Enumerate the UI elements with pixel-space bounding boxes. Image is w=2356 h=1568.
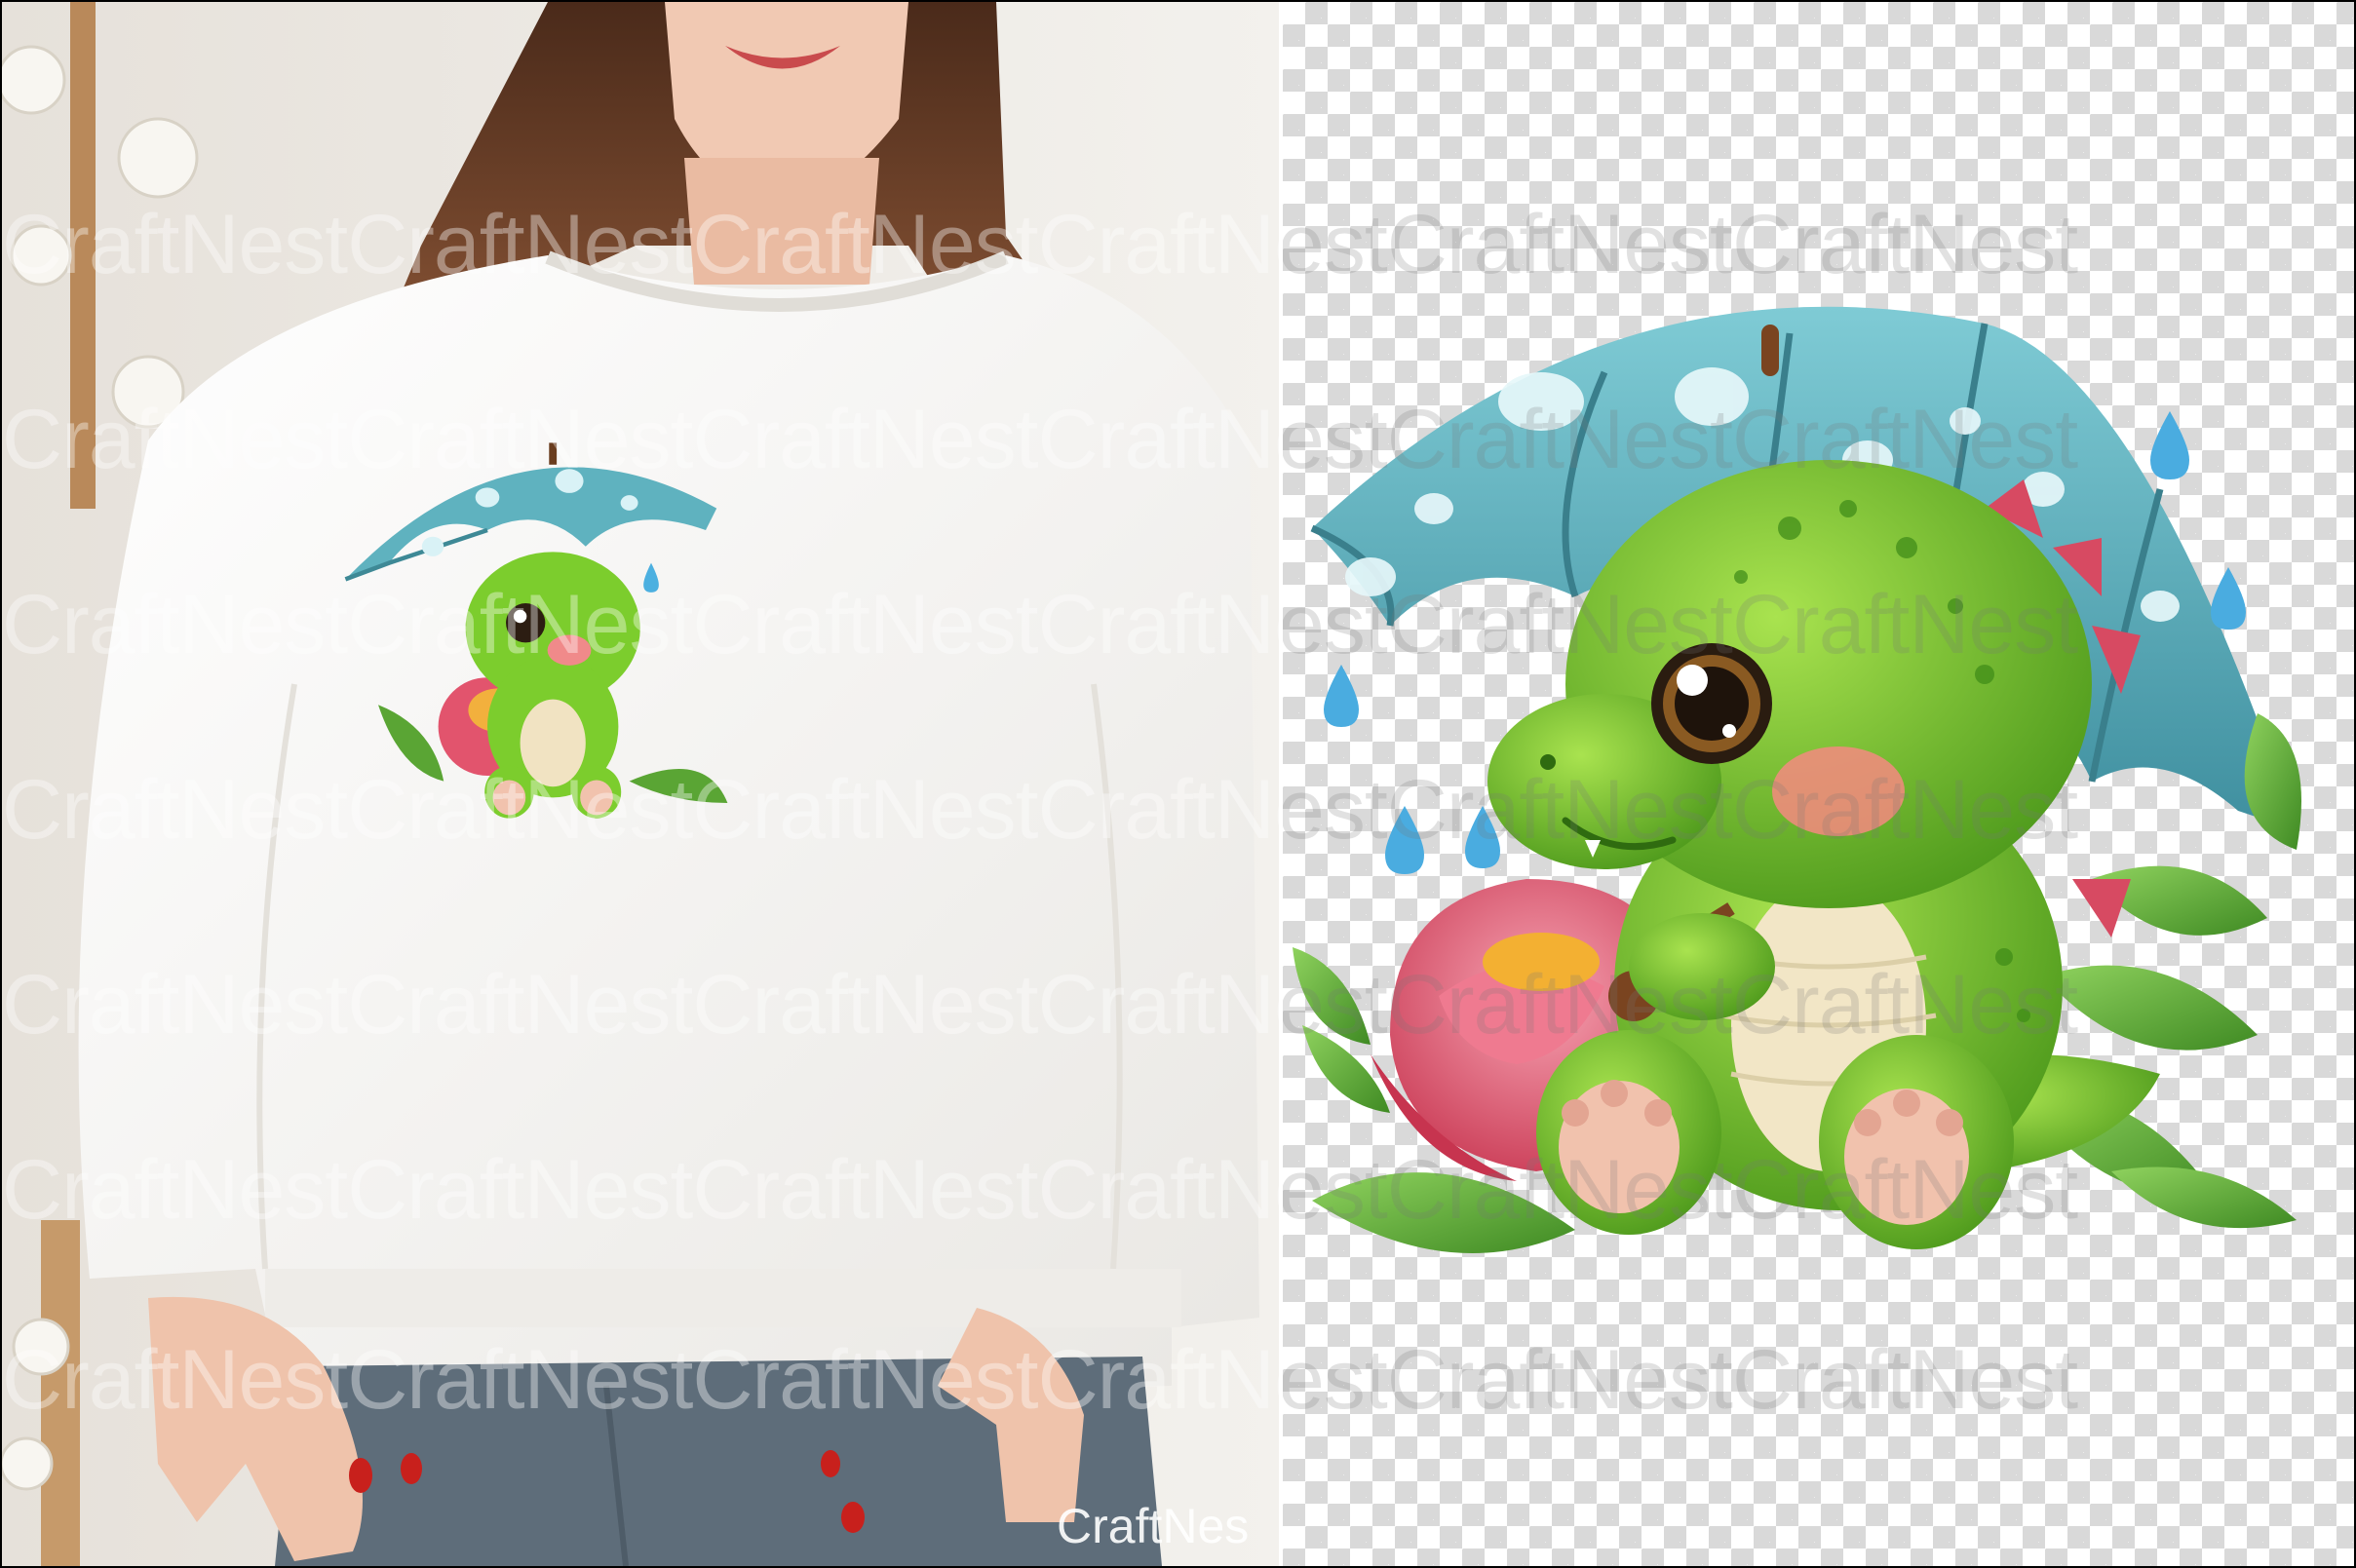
bottom-watermark: CraftNes bbox=[1057, 1499, 1250, 1553]
dinosaur-umbrella-clipart bbox=[1293, 306, 2301, 1253]
sweater-photo-illustration bbox=[2, 2, 1279, 1566]
product-mockup: CraftNestCraftNestCraftNestCraftNestCraf… bbox=[0, 0, 2356, 1568]
transparent-clipart-preview: CraftNestCraftNestCraftNestCraftNestCraf… bbox=[1283, 2, 2354, 1566]
sweater-mockup-photo: CraftNestCraftNestCraftNestCraftNestCraf… bbox=[2, 2, 1279, 1566]
